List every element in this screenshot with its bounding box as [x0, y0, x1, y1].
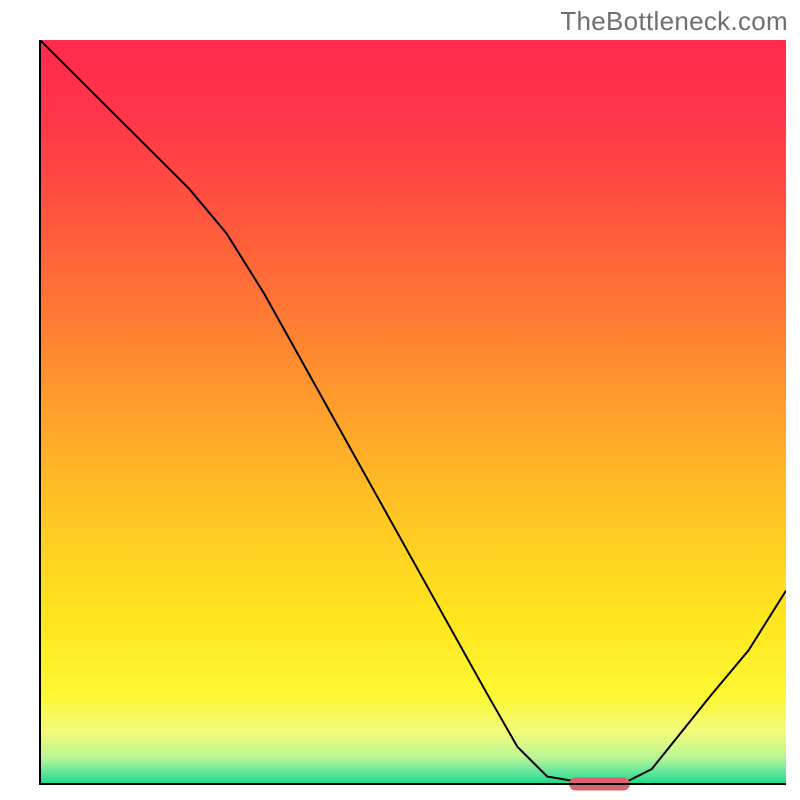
chart-canvas: TheBottleneck.com	[0, 0, 800, 800]
chart-svg	[0, 0, 800, 800]
